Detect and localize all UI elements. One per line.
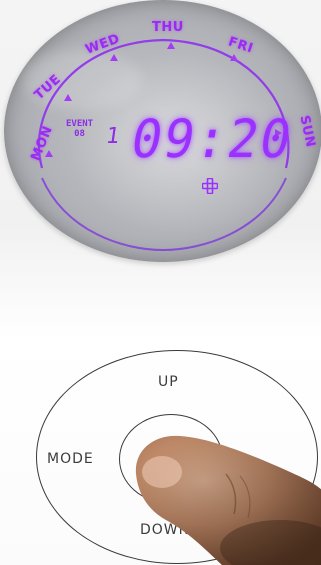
down-button-label[interactable]: DOWN (140, 522, 190, 538)
time-readout: 09:20 (126, 108, 298, 170)
event-sub-number: 08 (74, 129, 85, 139)
photo-scene: MON TUE WED THU FRI SUN EVENT 08 1 09:20… (0, 0, 321, 565)
center-button[interactable] (119, 414, 223, 504)
day-marker-thu (167, 42, 175, 49)
control-panel: UP MODE DOWN (0, 262, 321, 565)
event-label: EVENT (66, 119, 94, 129)
day-marker-mon (45, 150, 53, 157)
day-marker-tue (64, 94, 72, 101)
day-label-thu: THU (152, 20, 184, 35)
day-marker-fri (230, 54, 238, 61)
lcd-display: MON TUE WED THU FRI SUN EVENT 08 1 09:20 (4, 0, 321, 262)
mode-button-label[interactable]: MODE (47, 451, 94, 467)
day-marker-wed (110, 54, 118, 61)
event-label-block: EVENT 08 (66, 119, 93, 139)
plus-icon (202, 178, 218, 194)
up-button-label[interactable]: UP (158, 374, 179, 390)
